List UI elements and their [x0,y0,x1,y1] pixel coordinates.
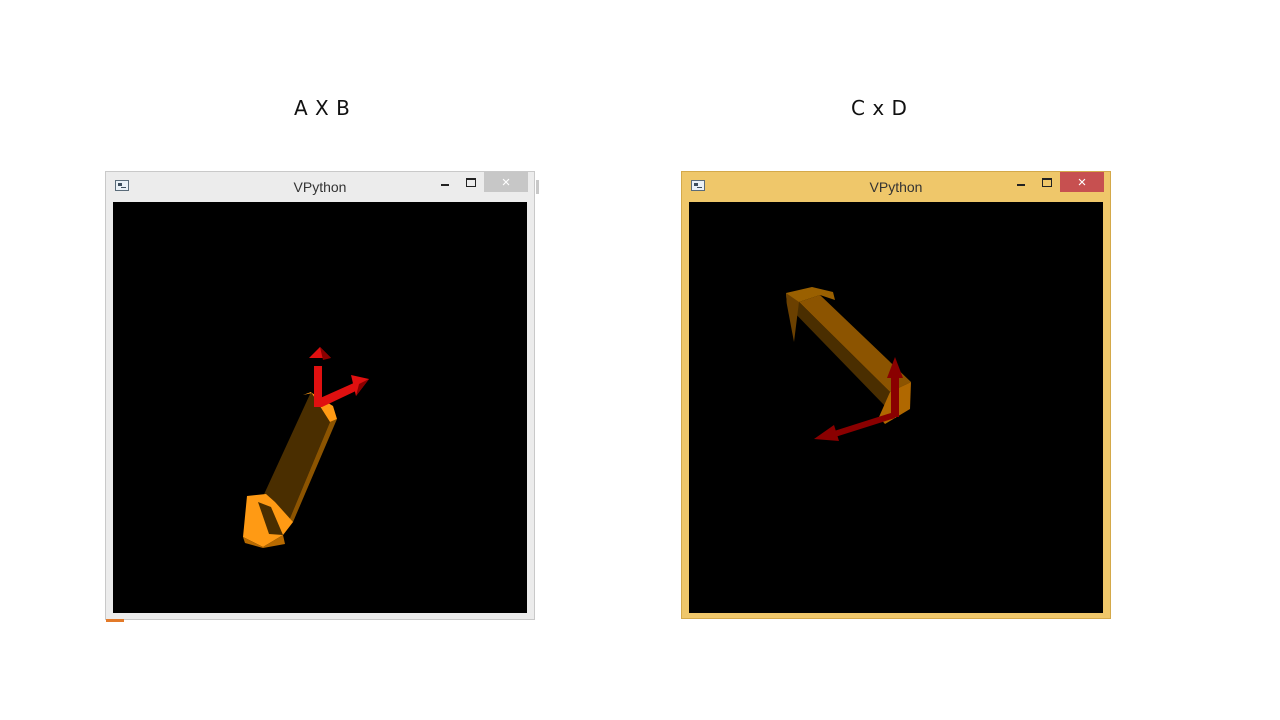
background-fragment [536,180,539,194]
close-button[interactable]: × [484,172,528,192]
minimize-icon [441,184,449,186]
scene-c-x-d [786,287,911,441]
maximize-button[interactable] [1034,172,1060,192]
arrow-d-head [814,425,839,441]
minimize-button[interactable] [432,172,458,192]
maximize-button[interactable] [458,172,484,192]
close-icon: × [501,173,511,191]
taskbar-fragment [106,619,124,622]
3d-scene-canvas[interactable] [689,202,1103,613]
caption-a-x-b: A X B [294,96,351,120]
minimize-button[interactable] [1008,172,1034,192]
arrow-d-shaft [831,412,895,438]
vpython-window-left[interactable]: VPython × [105,171,539,622]
caption-c-x-d: C x D [851,96,908,120]
close-button[interactable]: × [1060,172,1104,192]
3d-scene-canvas[interactable] [113,202,527,613]
maximize-icon [466,177,476,187]
maximize-icon [1042,177,1052,187]
arrow-a-head-shade [320,347,331,360]
vpython-window-right[interactable]: VPython × [681,171,1111,619]
window-titlebar[interactable]: VPython × [682,172,1110,202]
minimize-icon [1017,184,1025,186]
window-titlebar[interactable]: VPython × [106,172,534,202]
scene-a-x-b [243,347,369,548]
arrow-c-shaft [891,373,899,417]
close-icon: × [1077,173,1087,191]
